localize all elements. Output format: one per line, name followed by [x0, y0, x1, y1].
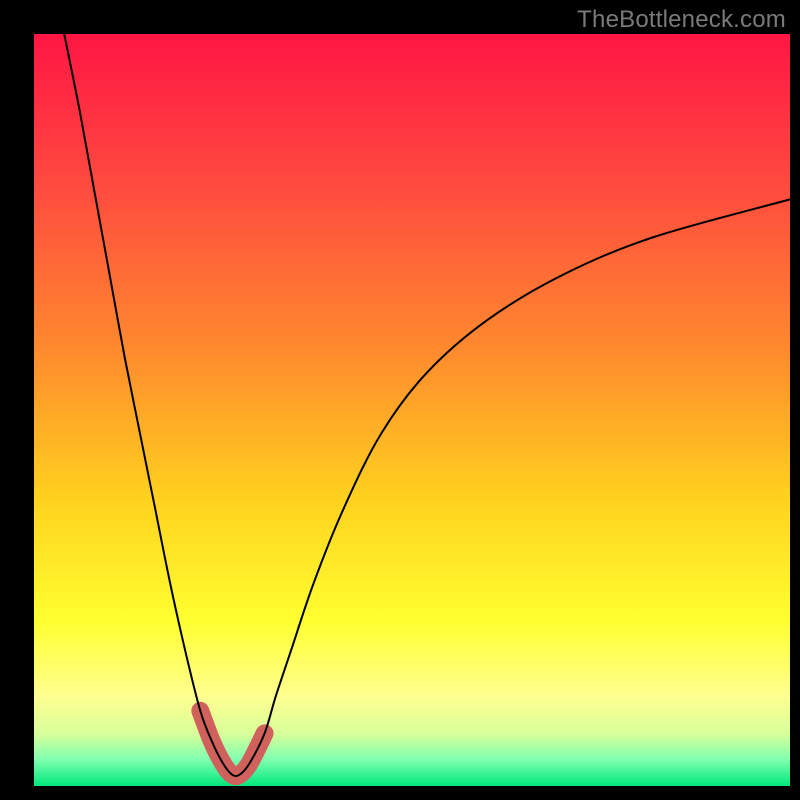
watermark-text: TheBottleneck.com	[577, 6, 786, 34]
bottleneck-chart	[0, 0, 800, 800]
chart-container: TheBottleneck.com	[0, 0, 800, 800]
plot-background	[34, 34, 790, 786]
